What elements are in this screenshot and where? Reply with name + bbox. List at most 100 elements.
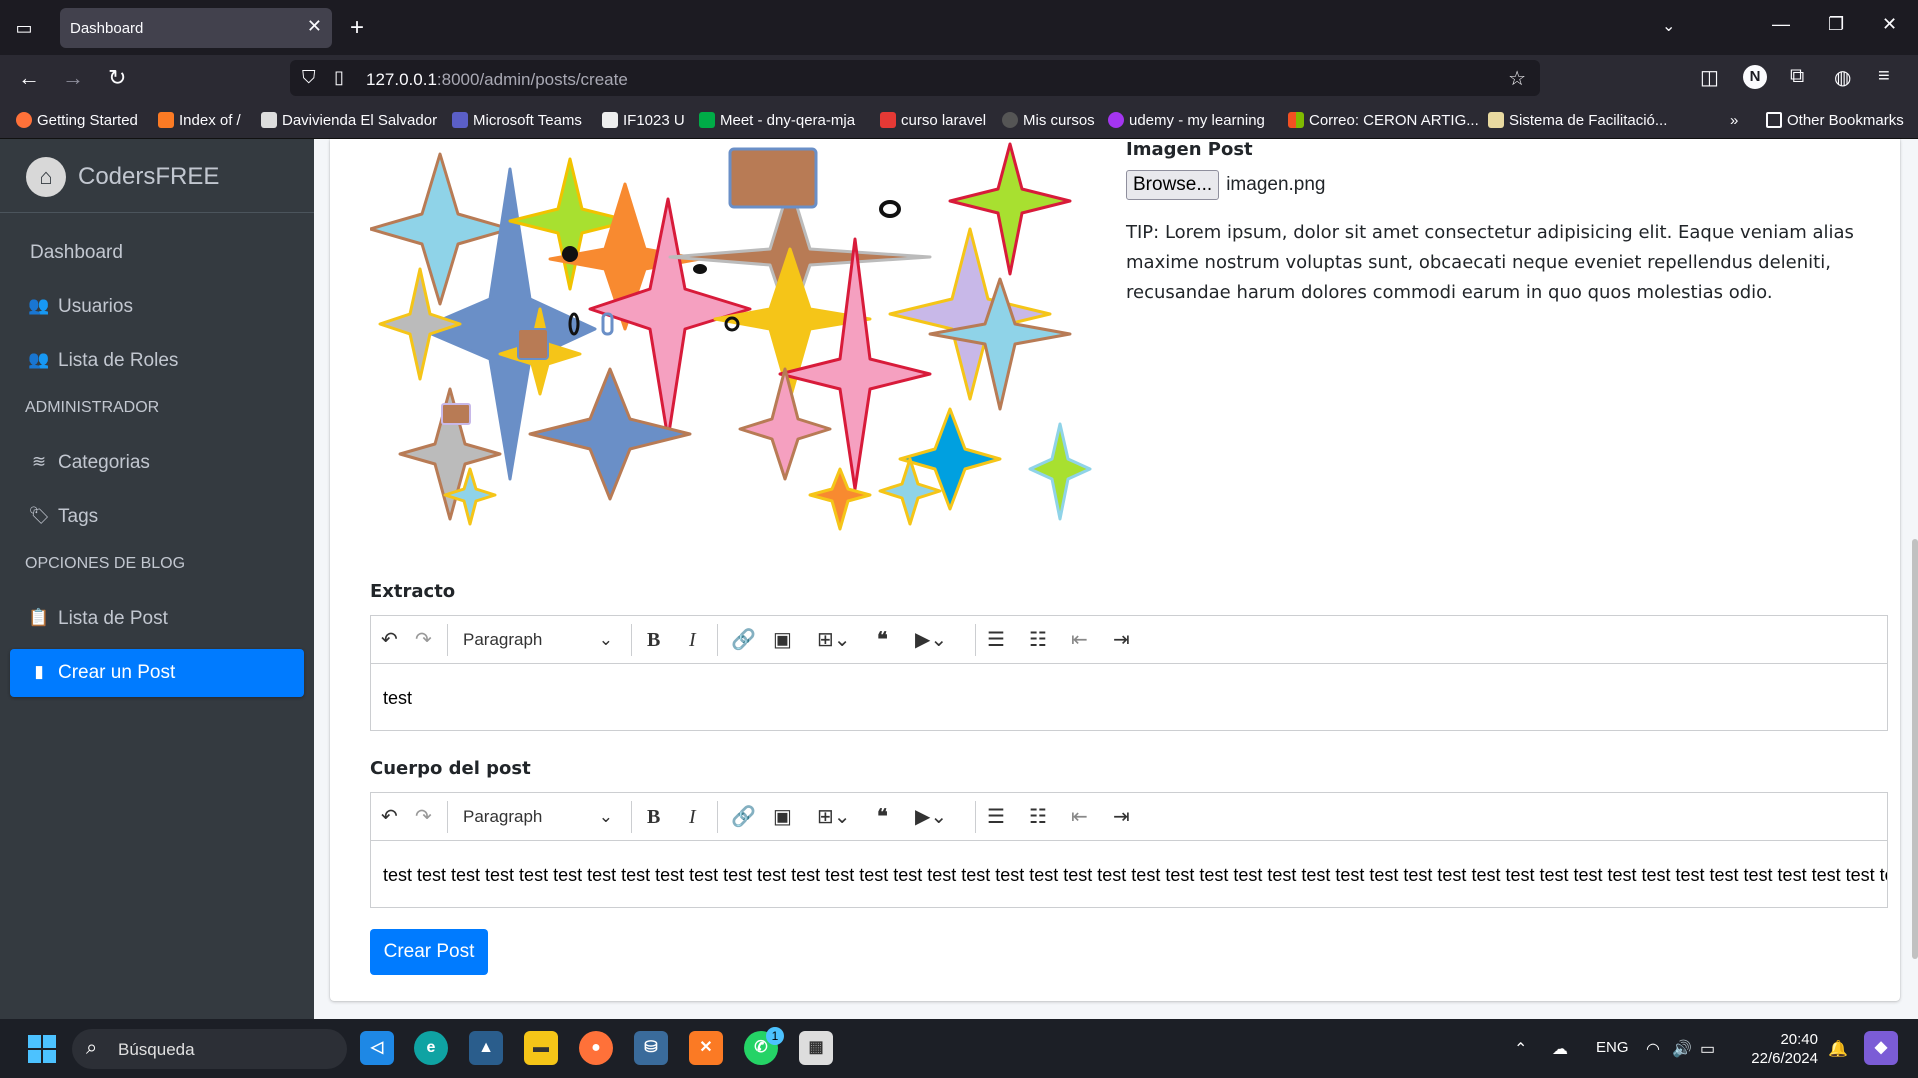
outdent-icon[interactable]: ⇤ [1071,805,1088,829]
table-icon[interactable]: ⊞⌄ [817,805,851,829]
firefox-taskbar-icon[interactable]: ● [579,1031,613,1065]
bookmark-other[interactable]: Other Bookmarks [1766,112,1904,129]
volume-icon[interactable]: 🔊 [1672,1039,1692,1059]
vscode-icon[interactable]: ◁ [360,1031,394,1065]
page-scrollbar[interactable] [1912,539,1918,959]
close-window-icon[interactable]: ✕ [1882,14,1897,35]
extracto-content[interactable]: test [371,664,1887,730]
new-tab-icon[interactable]: + [350,14,364,42]
bookmark-label: Correo: CERON ARTIG... [1309,112,1479,129]
page-info-icon[interactable]: ▯ [334,67,344,88]
layers-icon: ≋ [31,452,47,471]
bookmark-davivienda[interactable]: Davivienda El Salvador [261,112,437,129]
clock[interactable]: 20:40 22/6/2024 [1740,1030,1818,1068]
file-explorer-icon[interactable]: ▬ [524,1031,558,1065]
bookmark-getting-started[interactable]: Getting Started [16,112,138,129]
bold-icon[interactable]: B [647,805,660,829]
crear-post-button[interactable]: Crear Post [370,929,488,975]
extracto-editor[interactable]: ↶ ↷ Paragraph ⌄ B I 🔗 ▣ ⊞⌄ ❝ ▶⌄ ☰ ☷ ⇤ ⇥ t… [370,615,1888,731]
address-bar[interactable]: ⛉ ▯ 127.0.0.1:8000/admin/posts/create ☆ [290,60,1540,96]
browser-tab[interactable]: Dashboard ✕ [60,8,332,48]
redo-icon[interactable]: ↷ [415,628,432,652]
italic-icon[interactable]: I [689,805,696,829]
bookmark-star-icon[interactable]: ☆ [1508,66,1526,91]
notification-extension-icon[interactable]: ◍ [1834,65,1851,90]
link-icon[interactable]: 🔗 [731,805,756,829]
media-embed-icon[interactable]: ▶⌄ [915,628,947,652]
bookmark-sistema[interactable]: Sistema de Facilitació... [1488,112,1667,129]
edge-icon[interactable]: e [414,1031,448,1065]
photos-app-icon[interactable]: ▲ [469,1031,503,1065]
numbered-list-icon[interactable]: ☷ [1029,628,1047,652]
back-icon[interactable]: ← [18,65,40,91]
more-bookmarks-icon[interactable]: » [1730,112,1738,129]
undo-icon[interactable]: ↶ [381,628,398,652]
mysql-workbench-icon[interactable]: ⛁ [634,1031,668,1065]
language-indicator[interactable]: ENG [1596,1039,1629,1056]
forward-icon[interactable]: → [62,65,84,91]
sidebar-item-lista-post[interactable]: 📋 Lista de Post [10,595,304,643]
media-embed-icon[interactable]: ▶⌄ [915,805,947,829]
copilot-icon[interactable]: ◆ [1864,1031,1898,1065]
heading-dropdown[interactable]: Paragraph ⌄ [463,807,613,827]
undo-icon[interactable]: ↶ [381,805,398,829]
bookmark-udemy[interactable]: udemy - my learning [1108,112,1265,129]
bookmark-if1023[interactable]: IF1023 U [602,112,685,129]
bulleted-list-icon[interactable]: ☰ [987,628,1005,652]
account-avatar[interactable]: N [1743,65,1767,89]
tab-list-icon[interactable]: ▭ [12,16,36,40]
sidebar-item-crear-post[interactable]: ▮ Crear un Post [10,649,304,697]
taskbar-search[interactable]: ⌕ Búsqueda [72,1029,347,1069]
menu-icon[interactable]: ≡ [1878,65,1890,88]
indent-icon[interactable]: ⇥ [1113,805,1130,829]
cuerpo-content[interactable]: test test test test test test test test … [371,841,1887,907]
pocket-icon[interactable]: ◫ [1700,65,1719,90]
minimize-icon[interactable]: — [1772,14,1790,35]
notification-bell-icon[interactable]: 🔔 [1828,1039,1848,1059]
shield-icon[interactable]: ⛉ [302,67,316,88]
wifi-icon[interactable]: ◠ [1646,1039,1660,1059]
tray-overflow-icon[interactable]: ⌃ [1514,1039,1527,1059]
insert-image-icon[interactable]: ▣ [773,805,792,829]
battery-icon[interactable]: ▭ [1700,1039,1715,1059]
sidebar-item-roles[interactable]: 👥 Lista de Roles [10,337,304,385]
bookmark-meet[interactable]: Meet - dny-qera-mja [699,112,855,129]
blockquote-icon[interactable]: ❝ [877,805,888,829]
restore-icon[interactable]: ❐ [1828,14,1844,35]
insert-image-icon[interactable]: ▣ [773,628,792,652]
onedrive-icon[interactable]: ☁ [1552,1039,1568,1059]
reload-icon[interactable]: ↻ [108,65,126,91]
windows-start-icon[interactable] [28,1035,56,1063]
cuerpo-editor[interactable]: ↶ ↷ Paragraph ⌄ B I 🔗 ▣ ⊞⌄ ❝ ▶⌄ ☰ ☷ ⇤ ⇥ t… [370,792,1888,908]
chevron-down-icon[interactable]: ⌄ [1662,16,1675,36]
bookmark-mis-cursos[interactable]: Mis cursos [1002,112,1095,129]
blockquote-icon[interactable]: ❝ [877,628,888,652]
sidebar-item-categorias[interactable]: ≋ Categorias [10,439,304,487]
indent-icon[interactable]: ⇥ [1113,628,1130,652]
heading-dropdown[interactable]: Paragraph ⌄ [463,630,613,650]
browse-button[interactable]: Browse... [1126,170,1220,200]
url-text[interactable]: 127.0.0.1:8000/admin/posts/create [366,70,628,90]
bookmark-index-of[interactable]: Index of / [158,112,241,129]
bookmark-curso-laravel[interactable]: curso laravel [880,112,986,129]
redo-icon[interactable]: ↷ [415,805,432,829]
xampp-taskbar-icon[interactable]: ✕ [689,1031,723,1065]
sidebar-item-tags[interactable]: 🏷 Tags [10,493,304,541]
toolbar-divider [631,801,632,833]
bold-icon[interactable]: B [647,628,660,652]
calculator-app-icon[interactable]: ▦ [799,1031,833,1065]
table-icon[interactable]: ⊞⌄ [817,628,851,652]
italic-icon[interactable]: I [689,628,696,652]
close-tab-icon[interactable]: ✕ [307,16,322,37]
file-input[interactable]: Browse... imagen.png [1126,170,1886,200]
numbered-list-icon[interactable]: ☷ [1029,805,1047,829]
bookmark-correo[interactable]: Correo: CERON ARTIG... [1288,112,1479,129]
extensions-icon[interactable]: ⧉ [1790,65,1804,88]
sidebar-item-dashboard[interactable]: Dashboard [10,229,304,277]
brand-link[interactable]: ⌂ CodersFREE [0,139,314,213]
sidebar-item-usuarios[interactable]: 👥 Usuarios [10,283,304,331]
bulleted-list-icon[interactable]: ☰ [987,805,1005,829]
bookmark-teams[interactable]: Microsoft Teams [452,112,582,129]
link-icon[interactable]: 🔗 [731,628,756,652]
outdent-icon[interactable]: ⇤ [1071,628,1088,652]
